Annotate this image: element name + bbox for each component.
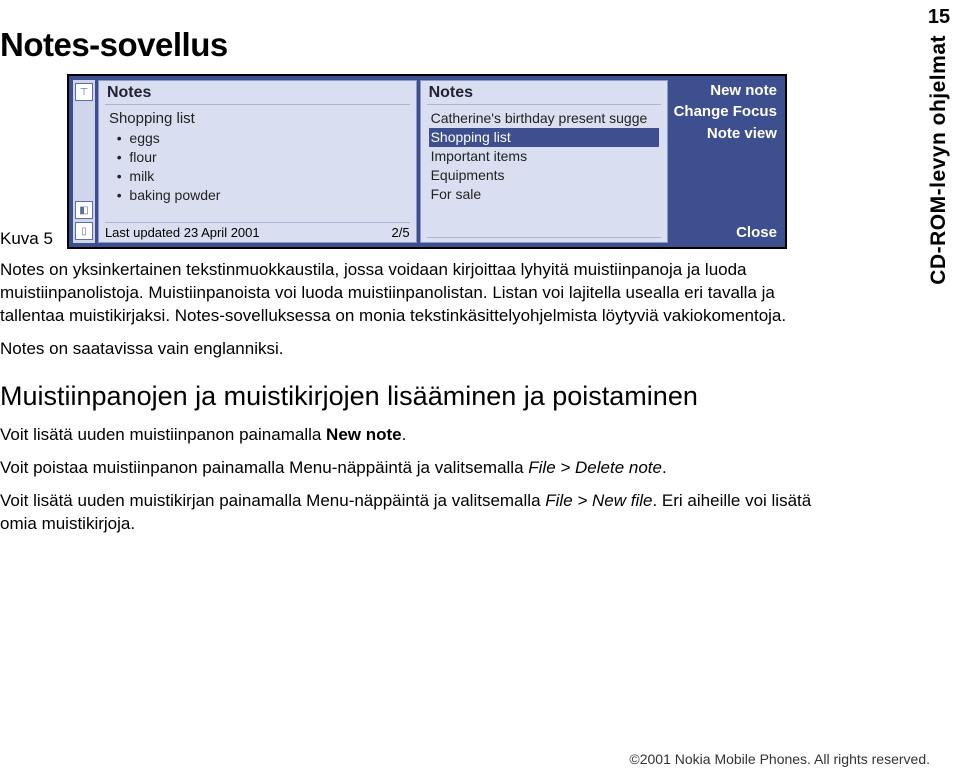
page-indicator: 2/5: [392, 225, 410, 240]
list-item[interactable]: Catherine's birthday present sugge: [429, 109, 659, 128]
note-footer: Last updated 23 April 2001 2/5: [105, 222, 410, 240]
side-label: CD-ROM-levyn ohjelmat: [927, 35, 951, 285]
list-item-selected[interactable]: Shopping list: [429, 128, 659, 147]
note-editor-pane: Notes Shopping list • eggs • flour • mil…: [98, 80, 417, 243]
notes-list-body: Catherine's birthday present sugge Shopp…: [427, 107, 661, 237]
close-button[interactable]: Close: [673, 224, 779, 241]
antenna-icon: ⊤: [75, 83, 93, 101]
section-heading: Muistiinpanojen ja muistikirjojen lisääm…: [0, 381, 930, 412]
list-item[interactable]: For sale: [429, 185, 659, 204]
copyright-footer: ©2001 Nokia Mobile Phones. All rights re…: [629, 751, 930, 767]
page-title: Notes-sovellus: [0, 26, 930, 64]
paragraph: Voit poistaa muistiinpanon painamalla Me…: [0, 457, 820, 480]
note-body: Shopping list • eggs • flour • milk • ba…: [105, 107, 410, 222]
list-item[interactable]: Equipments: [429, 166, 659, 185]
battery-icon: ▯: [75, 222, 93, 240]
paragraph: Voit lisätä uuden muistikirjan painamall…: [0, 490, 820, 536]
figure-label: Kuva 5: [0, 229, 53, 249]
page-number: 15: [926, 6, 952, 29]
change-focus-button[interactable]: Change Focus: [673, 103, 779, 120]
new-note-button[interactable]: New note: [673, 82, 779, 99]
list-item: • flour: [107, 148, 408, 167]
note-pane-title: Notes: [105, 83, 410, 105]
notes-list-title: Notes: [427, 83, 661, 105]
paragraph: Voit lisätä uuden muistiinpanon painamal…: [0, 424, 820, 447]
note-view-button[interactable]: Note view: [673, 125, 779, 142]
icon-bar: ⊤ ◧ ▯: [73, 80, 95, 243]
last-updated: Last updated 23 April 2001: [105, 225, 260, 240]
list-item: • baking powder: [107, 186, 408, 205]
inbox-icon: ◧: [75, 201, 93, 219]
list-item: • eggs: [107, 129, 408, 148]
list-item[interactable]: Important items: [429, 147, 659, 166]
list-item: • milk: [107, 167, 408, 186]
paragraph: Notes on yksinkertainen tekstinmuokkaust…: [0, 259, 820, 328]
note-subtitle: Shopping list: [107, 109, 408, 129]
softkey-menu: New note Change Focus Note view Close: [671, 80, 781, 243]
paragraph: Notes on saatavissa vain englanniksi.: [0, 338, 820, 361]
device-screenshot: ⊤ ◧ ▯ Notes Shopping list • eggs • flour…: [67, 74, 787, 249]
notes-list-pane: Notes Catherine's birthday present sugge…: [420, 80, 668, 243]
